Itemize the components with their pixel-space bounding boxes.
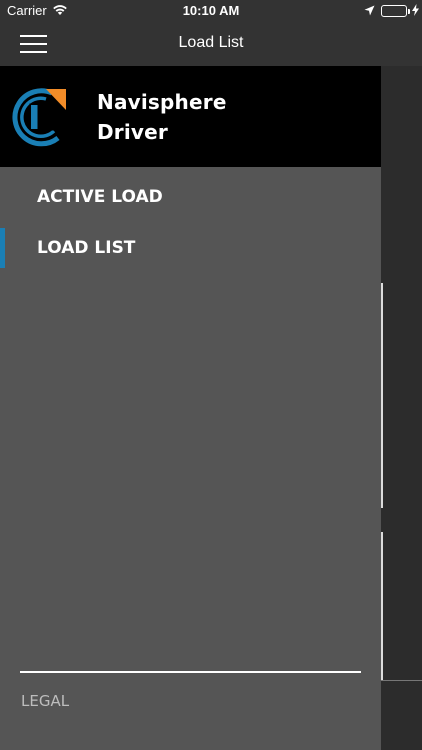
battery-tip	[408, 9, 410, 14]
underlying-page[interactable]	[381, 66, 422, 750]
background-divider	[381, 307, 383, 508]
background-divider	[381, 532, 383, 680]
app-name-line-2: Driver	[97, 120, 168, 144]
menu-item-label: ACTIVE LOAD	[37, 187, 163, 207]
app-name: Navisphere Driver	[97, 87, 227, 147]
app-name-line-1: Navisphere	[97, 90, 227, 114]
navigation-bar: Load List	[0, 22, 422, 66]
drawer-divider	[20, 671, 361, 673]
side-drawer: Navisphere Driver ACTIVE LOAD LOAD LIST …	[0, 66, 381, 750]
charging-icon	[412, 4, 419, 19]
drawer-header: Navisphere Driver	[0, 66, 381, 167]
menu-item-active-load[interactable]: ACTIVE LOAD	[0, 172, 381, 222]
clock: 10:10 AM	[182, 3, 240, 18]
location-icon	[364, 4, 375, 19]
menu-item-label: LOAD LIST	[37, 238, 136, 258]
battery-icon	[381, 5, 407, 17]
menu-item-load-list[interactable]: LOAD LIST	[0, 223, 381, 273]
selected-indicator	[0, 228, 5, 268]
background-divider	[381, 283, 383, 307]
status-bar: Carrier 10:10 AM	[0, 0, 422, 22]
legal-link[interactable]: LEGAL	[21, 692, 69, 710]
navisphere-logo	[10, 86, 71, 147]
page-title: Load List	[178, 34, 244, 51]
background-divider	[381, 680, 422, 681]
